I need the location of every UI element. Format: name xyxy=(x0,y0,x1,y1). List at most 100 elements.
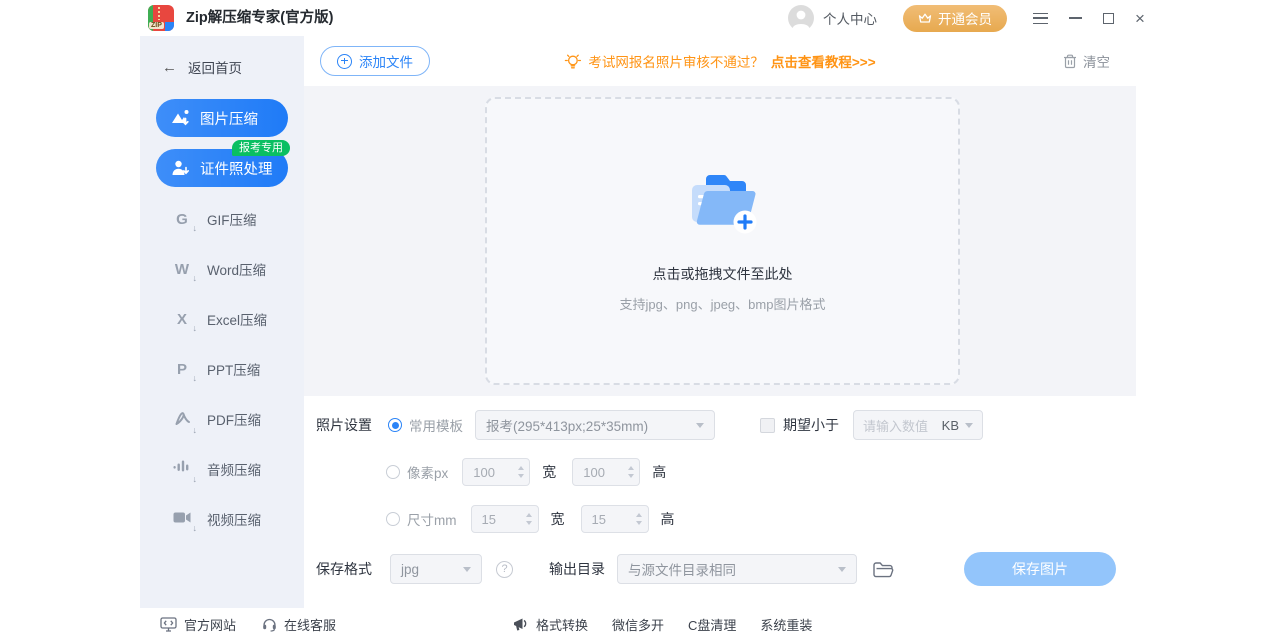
expect-size-checkbox[interactable] xyxy=(760,418,775,433)
sidebar-item-audio-compress[interactable]: ↓ 音频压缩 xyxy=(140,444,304,494)
mm-radio-label: 尺寸mm xyxy=(407,509,457,529)
gif-icon: G↓ xyxy=(170,211,194,228)
c-drive-clean-link[interactable]: C盘清理 xyxy=(688,615,736,634)
back-arrow-icon: ← xyxy=(162,59,177,76)
open-folder-icon[interactable] xyxy=(873,561,894,578)
user-center-link[interactable]: 个人中心 xyxy=(823,8,877,28)
menu-icon[interactable] xyxy=(1033,13,1048,24)
add-file-button[interactable]: 添加文件 xyxy=(320,46,430,76)
stepper-control[interactable] xyxy=(521,506,538,532)
sidebar-item-pdf-compress[interactable]: ↓ PDF压缩 xyxy=(140,394,304,444)
template-select[interactable]: 报考(295*413px;25*35mm) xyxy=(475,410,715,440)
output-dir-value: 与源文件目录相同 xyxy=(628,559,736,579)
toolbar: 添加文件 考试网报名照片审核不通过？ 点击查看教程>>> 清空 xyxy=(304,36,1136,86)
width-label: 宽 xyxy=(542,462,556,482)
video-icon: ↓ xyxy=(170,511,194,528)
stepper-control[interactable] xyxy=(631,506,648,532)
stepper-control[interactable] xyxy=(622,459,639,485)
chevron-down-icon xyxy=(965,423,973,428)
clear-label: 清空 xyxy=(1083,51,1110,71)
chevron-down-icon xyxy=(463,567,471,572)
promo-tutorial-link[interactable]: 点击查看教程>>> xyxy=(771,51,876,71)
titlebar: ZIP Zip解压缩专家(官方版) 个人中心 开通会员 × xyxy=(0,0,1280,36)
minimize-icon[interactable] xyxy=(1069,17,1082,19)
file-dropzone[interactable]: 点击或拖拽文件至此处 支持jpg、png、jpeg、bmp图片格式 xyxy=(485,97,960,385)
output-dir-select[interactable]: 与源文件目录相同 xyxy=(617,554,857,584)
template-radio-label: 常用模板 xyxy=(409,415,463,435)
add-file-label: 添加文件 xyxy=(359,51,413,71)
main-content: 添加文件 考试网报名照片审核不通过？ 点击查看教程>>> 清空 xyxy=(304,36,1136,608)
pixel-radio[interactable] xyxy=(386,465,400,479)
close-icon[interactable]: × xyxy=(1135,10,1145,27)
template-select-value: 报考(295*413px;25*35mm) xyxy=(486,415,648,435)
sidebar: ← 返回首页 图片压缩 报考专用 证件照处理 G↓ GIF压缩 xyxy=(140,36,304,608)
sidebar-item-ppt-compress[interactable]: P↓ PPT压缩 xyxy=(140,344,304,394)
plus-circle-icon xyxy=(337,54,352,69)
image-icon xyxy=(171,109,191,127)
word-icon: W↓ xyxy=(170,261,194,278)
person-icon xyxy=(171,159,191,177)
expect-unit-select[interactable]: KB xyxy=(942,418,965,433)
app-logo-zipper xyxy=(158,7,160,20)
height-label: 高 xyxy=(661,509,675,529)
open-vip-label: 开通会员 xyxy=(938,8,992,28)
save-row: 保存格式 jpg ? 输出目录 与源文件目录相同 xyxy=(316,552,894,586)
titlebar-right: 个人中心 开通会员 × xyxy=(788,0,1145,36)
mm-width-input[interactable]: 15 xyxy=(471,505,539,533)
stepper-control[interactable] xyxy=(512,459,529,485)
mm-radio[interactable] xyxy=(386,512,400,526)
upload-panel: 点击或拖拽文件至此处 支持jpg、png、jpeg、bmp图片格式 xyxy=(304,86,1136,396)
expect-size-input-group: 请输入数值 KB xyxy=(853,410,983,440)
width-label: 宽 xyxy=(551,509,565,529)
format-convert-link[interactable]: 格式转换 xyxy=(512,615,588,634)
sidebar-item-label: 图片压缩 xyxy=(200,108,258,129)
save-format-value: jpg xyxy=(401,562,419,577)
ppt-icon: P↓ xyxy=(170,361,194,378)
sidebar-item-video-compress[interactable]: ↓ 视频压缩 xyxy=(140,494,304,544)
chevron-down-icon xyxy=(696,423,704,428)
mm-size-row: 尺寸mm 15 宽 15 高 xyxy=(386,504,675,534)
official-site-link[interactable]: 官方网站 xyxy=(160,615,236,634)
headset-icon xyxy=(262,617,277,632)
system-reinstall-link[interactable]: 系统重装 xyxy=(760,615,812,634)
expect-size-input[interactable]: 请输入数值 xyxy=(863,416,928,435)
clear-button[interactable]: 清空 xyxy=(1063,36,1110,86)
template-radio[interactable] xyxy=(388,418,402,432)
save-format-select[interactable]: jpg xyxy=(390,554,482,584)
expect-size-label: 期望小于 xyxy=(783,415,839,435)
excel-icon: X↓ xyxy=(170,311,194,328)
back-home-button[interactable]: ← 返回首页 xyxy=(162,57,304,77)
save-format-label: 保存格式 xyxy=(316,559,372,579)
photo-settings-row: 照片设置 常用模板 报考(295*413px;25*35mm) 期望小于 请输入… xyxy=(316,410,983,440)
open-vip-button[interactable]: 开通会员 xyxy=(903,5,1007,32)
footer: 官方网站 在线客服 格式转换 微信多开 C盘清理 xyxy=(140,608,1136,640)
audio-icon: ↓ xyxy=(170,460,194,479)
pixel-size-row: 像素px 100 宽 100 高 xyxy=(386,457,666,487)
sidebar-item-image-compress[interactable]: 图片压缩 xyxy=(156,99,288,137)
window-controls: × xyxy=(1033,10,1145,27)
sidebar-item-word-compress[interactable]: W↓ Word压缩 xyxy=(140,244,304,294)
help-icon[interactable]: ? xyxy=(496,561,513,578)
settings-panel: 照片设置 常用模板 报考(295*413px;25*35mm) 期望小于 请输入… xyxy=(304,396,1136,608)
pixel-height-input[interactable]: 100 xyxy=(572,458,640,486)
footer-promos: 格式转换 微信多开 C盘清理 系统重装 xyxy=(512,608,812,640)
megaphone-icon xyxy=(512,617,529,632)
promo-text: 考试网报名照片审核不通过？ xyxy=(588,51,764,71)
folder-upload-icon xyxy=(680,170,766,236)
user-avatar[interactable] xyxy=(788,5,814,31)
sidebar-item-label: 证件照处理 xyxy=(200,158,273,179)
crown-icon xyxy=(918,12,932,24)
sidebar-item-gif-compress[interactable]: G↓ GIF压缩 xyxy=(140,194,304,244)
maximize-icon[interactable] xyxy=(1103,13,1114,24)
wechat-multi-link[interactable]: 微信多开 xyxy=(612,615,664,634)
back-home-label: 返回首页 xyxy=(188,57,242,77)
app-logo-corner xyxy=(165,22,174,31)
id-photo-wrap: 报考专用 证件照处理 xyxy=(156,149,288,187)
sidebar-item-excel-compress[interactable]: X↓ Excel压缩 xyxy=(140,294,304,344)
mm-height-input[interactable]: 15 xyxy=(581,505,649,533)
pixel-width-input[interactable]: 100 xyxy=(462,458,530,486)
save-image-button[interactable]: 保存图片 xyxy=(964,552,1116,586)
app-logo-zip-label: ZIP xyxy=(149,22,164,29)
height-label: 高 xyxy=(652,462,666,482)
online-support-link[interactable]: 在线客服 xyxy=(262,615,336,634)
